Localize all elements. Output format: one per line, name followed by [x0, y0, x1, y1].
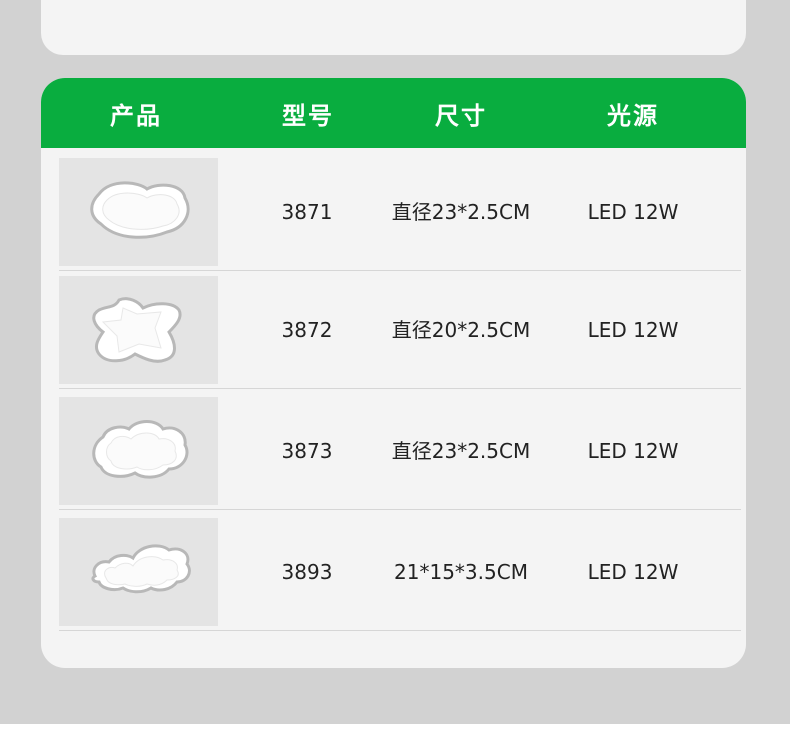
- row-divider: [59, 630, 741, 631]
- table-row: 3893 21*15*3.5CM LED 12W: [41, 518, 746, 631]
- header-product: 产品: [110, 102, 162, 130]
- header-size: 尺寸: [435, 102, 487, 130]
- light-source-value: LED 12W: [587, 200, 679, 224]
- table-row: 3873 直径23*2.5CM LED 12W: [41, 397, 746, 510]
- light-source-value: LED 12W: [587, 439, 679, 463]
- product-image: [59, 276, 218, 384]
- row-divider: [59, 270, 741, 271]
- light-source-value: LED 12W: [587, 318, 679, 342]
- previous-section-card: [41, 0, 746, 55]
- product-image: [59, 158, 218, 266]
- product-image: [59, 397, 218, 505]
- table-row: 3871 直径23*2.5CM LED 12W: [41, 158, 746, 271]
- size-value: 直径23*2.5CM: [391, 439, 531, 463]
- light-source-value: LED 12W: [587, 560, 679, 584]
- size-value: 21*15*3.5CM: [394, 560, 528, 584]
- row-divider: [59, 509, 741, 510]
- table-row: 3872 直径20*2.5CM LED 12W: [41, 276, 746, 389]
- header-light-source: 光源: [607, 102, 659, 130]
- row-divider: [59, 388, 741, 389]
- product-spec-table: 产品 型号 尺寸 光源 3871 直径23*2.5CM LED 12W 3872…: [41, 78, 746, 668]
- size-value: 直径23*2.5CM: [391, 200, 531, 224]
- header-model: 型号: [282, 102, 334, 130]
- product-image: [59, 518, 218, 626]
- table-header: 产品 型号 尺寸 光源: [41, 78, 746, 148]
- cloud-ceiling-lamp-icon: [90, 181, 190, 239]
- model-number: 3872: [281, 318, 333, 342]
- star-ceiling-lamp-icon: [92, 297, 182, 363]
- size-value: 直径20*2.5CM: [391, 318, 531, 342]
- model-number: 3873: [281, 439, 333, 463]
- double-cloud-ceiling-lamp-icon: [91, 544, 191, 594]
- model-number: 3871: [281, 200, 333, 224]
- model-number: 3893: [281, 560, 333, 584]
- flower-cloud-ceiling-lamp-icon: [92, 420, 189, 479]
